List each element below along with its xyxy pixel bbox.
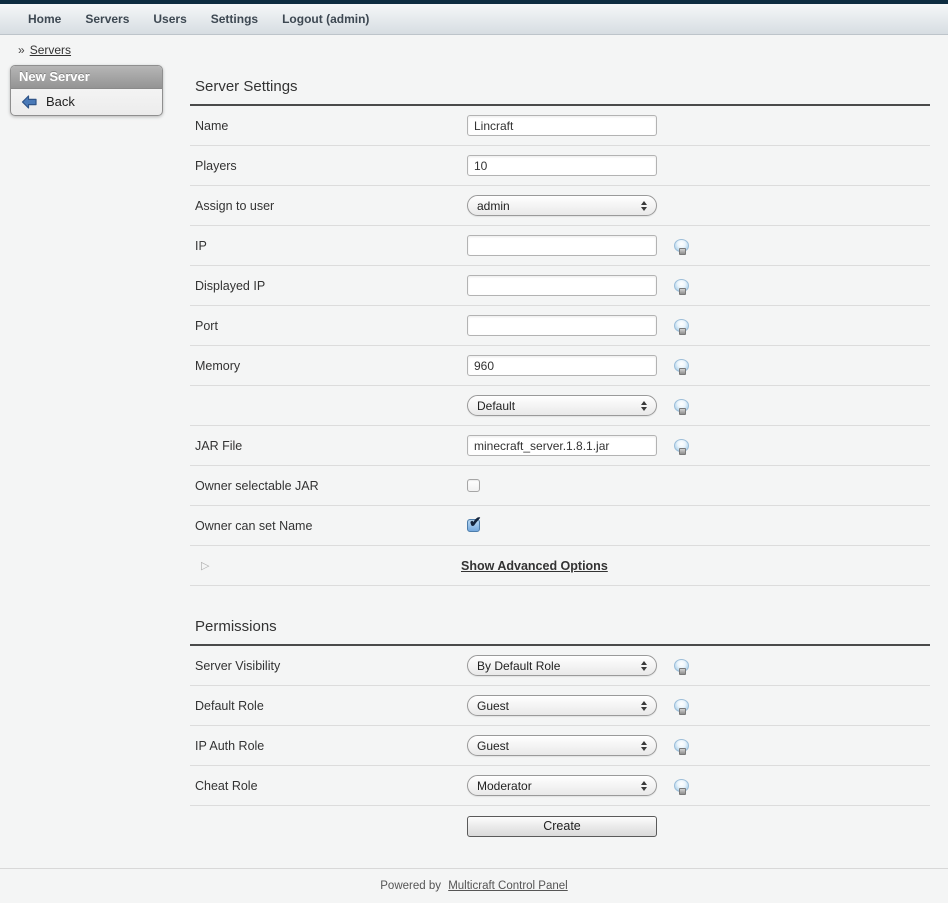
main-content: Server Settings Name Players Assign to u… <box>190 66 930 846</box>
players-input[interactable] <box>467 155 657 176</box>
footer: Powered by Multicraft Control Panel <box>0 868 948 892</box>
form-row-port: Port <box>190 306 930 346</box>
help-bulb-icon[interactable] <box>674 319 689 332</box>
help-bulb-icon[interactable] <box>674 279 689 292</box>
ip-input[interactable] <box>467 235 657 256</box>
select-stepper-icon <box>641 781 647 791</box>
name-label: Name <box>195 119 467 133</box>
owner-can-set-name-checkbox[interactable] <box>467 519 480 532</box>
help-bulb-icon[interactable] <box>674 439 689 452</box>
server-settings-heading: Server Settings <box>190 66 930 106</box>
form-row-server-visibility: Server Visibility By Default Role <box>190 646 930 686</box>
displayed-ip-input[interactable] <box>467 275 657 296</box>
form-row-ip: IP <box>190 226 930 266</box>
cheat-role-select[interactable]: Moderator <box>467 775 657 796</box>
ip-auth-role-label: IP Auth Role <box>195 739 467 753</box>
server-visibility-select[interactable]: By Default Role <box>467 655 657 676</box>
assign-to-user-select[interactable]: admin <box>467 195 657 216</box>
cheat-role-selected-value: Moderator <box>477 779 532 793</box>
owner-can-set-name-label: Owner can set Name <box>195 519 467 533</box>
jar-file-label: JAR File <box>195 439 467 453</box>
multicraft-link[interactable]: Multicraft Control Panel <box>448 880 568 892</box>
back-button[interactable]: Back <box>11 89 162 115</box>
help-bulb-icon[interactable] <box>674 399 689 412</box>
select-stepper-icon <box>641 201 647 211</box>
main-navbar: Home Servers Users Settings Logout (admi… <box>0 4 948 35</box>
show-advanced-options-link[interactable]: Show Advanced Options <box>461 559 608 573</box>
sidebar-panel: New Server Back <box>10 65 163 116</box>
players-label: Players <box>195 159 467 173</box>
port-input[interactable] <box>467 315 657 336</box>
back-arrow-icon <box>21 95 38 109</box>
displayed-ip-label: Displayed IP <box>195 279 467 293</box>
form-row-cheat-role: Cheat Role Moderator <box>190 766 930 806</box>
form-row-owner-can-set-name: Owner can set Name <box>190 506 930 546</box>
memory-mode-select[interactable]: Default <box>467 395 657 416</box>
back-button-label: Back <box>46 94 75 109</box>
create-button[interactable]: Create <box>467 816 657 837</box>
disclosure-triangle-icon[interactable]: ▷ <box>195 559 461 572</box>
select-stepper-icon <box>641 741 647 751</box>
form-row-owner-selectable-jar: Owner selectable JAR <box>190 466 930 506</box>
nav-item-settings[interactable]: Settings <box>211 12 258 26</box>
form-row-name: Name <box>190 106 930 146</box>
help-bulb-icon[interactable] <box>674 659 689 672</box>
breadcrumb-servers-link[interactable]: Servers <box>30 43 71 57</box>
assign-to-user-selected-value: admin <box>477 199 510 213</box>
ip-label: IP <box>195 239 467 253</box>
nav-item-logout[interactable]: Logout (admin) <box>282 12 369 26</box>
nav-item-users[interactable]: Users <box>153 12 186 26</box>
form-row-memory: Memory <box>190 346 930 386</box>
form-row-create: Create <box>190 806 930 846</box>
help-bulb-icon[interactable] <box>674 779 689 792</box>
form-row-players: Players <box>190 146 930 186</box>
nav-item-servers[interactable]: Servers <box>85 12 129 26</box>
server-visibility-selected-value: By Default Role <box>477 659 560 673</box>
select-stepper-icon <box>641 701 647 711</box>
assign-to-user-label: Assign to user <box>195 199 467 213</box>
select-stepper-icon <box>641 661 647 671</box>
form-row-advanced-options: ▷ Show Advanced Options <box>190 546 930 586</box>
help-bulb-icon[interactable] <box>674 239 689 252</box>
owner-selectable-jar-label: Owner selectable JAR <box>195 479 467 493</box>
nav-item-home[interactable]: Home <box>28 12 61 26</box>
port-label: Port <box>195 319 467 333</box>
breadcrumb: » Servers <box>0 35 948 66</box>
form-row-jar-file: JAR File <box>190 426 930 466</box>
default-role-select[interactable]: Guest <box>467 695 657 716</box>
form-row-ip-auth-role: IP Auth Role Guest <box>190 726 930 766</box>
form-row-memory-mode: Default <box>190 386 930 426</box>
form-row-default-role: Default Role Guest <box>190 686 930 726</box>
select-stepper-icon <box>641 401 647 411</box>
memory-mode-selected-value: Default <box>477 399 515 413</box>
breadcrumb-marker: » <box>18 43 25 57</box>
sidebar-title: New Server <box>11 66 162 89</box>
form-row-assign-to-user: Assign to user admin <box>190 186 930 226</box>
owner-selectable-jar-checkbox[interactable] <box>467 479 480 492</box>
help-bulb-icon[interactable] <box>674 739 689 752</box>
permissions-heading: Permissions <box>190 606 930 646</box>
powered-by-text: Powered by <box>380 880 441 892</box>
default-role-label: Default Role <box>195 699 467 713</box>
memory-label: Memory <box>195 359 467 373</box>
ip-auth-role-selected-value: Guest <box>477 739 509 753</box>
server-visibility-label: Server Visibility <box>195 659 467 673</box>
jar-file-input[interactable] <box>467 435 657 456</box>
memory-input[interactable] <box>467 355 657 376</box>
name-input[interactable] <box>467 115 657 136</box>
help-bulb-icon[interactable] <box>674 359 689 372</box>
cheat-role-label: Cheat Role <box>195 779 467 793</box>
ip-auth-role-select[interactable]: Guest <box>467 735 657 756</box>
default-role-selected-value: Guest <box>477 699 509 713</box>
help-bulb-icon[interactable] <box>674 699 689 712</box>
form-row-displayed-ip: Displayed IP <box>190 266 930 306</box>
